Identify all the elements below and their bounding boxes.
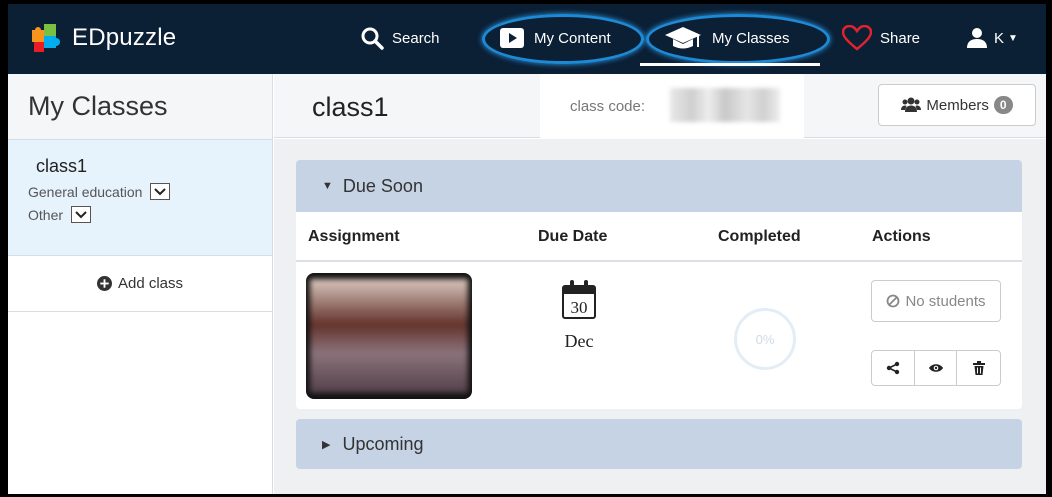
play-video-icon [500,28,524,48]
nav-search-label: Search [392,29,440,47]
action-buttons [871,350,1001,386]
col-due-date: Due Date [538,228,608,245]
chevron-down-icon [75,210,87,218]
top-navbar: EDpuzzle Search My Content My Classes Sh… [0,0,1052,74]
assignment-thumbnail[interactable] [306,273,472,399]
brand-logo[interactable]: EDpuzzle [30,20,176,56]
share-icon [886,361,900,375]
table-header: Assignment Due Date Completed Actions [296,212,1022,262]
members-label: Members [926,96,989,114]
nav-share[interactable]: Share [842,22,920,54]
table-row: 30 Dec 0% No students [296,262,1022,409]
sidebar-title: My Classes [8,74,272,140]
plus-circle-icon [96,276,112,291]
heart-icon [842,25,872,51]
due-date: 30 Dec [554,278,604,352]
class-card[interactable]: class1 General education Other [8,140,272,256]
class-code-box: class code: [540,74,804,138]
members-button[interactable]: Members 0 [878,84,1036,126]
col-assignment: Assignment [308,228,400,245]
graduation-cap-icon [665,27,701,49]
due-soon-header[interactable]: ▼ Due Soon [296,160,1022,212]
share-button[interactable] [872,351,915,385]
upcoming-header[interactable]: ▶ Upcoming [296,419,1022,469]
page-title: class1 [312,92,389,122]
user-menu[interactable]: K ▼ [966,22,1018,54]
nav-my-classes-label: My Classes [712,29,790,47]
no-students-label: No students [905,292,986,310]
ban-icon [887,294,900,308]
category-dropdown[interactable] [150,183,171,200]
user-initial: K [994,29,1005,47]
add-class-label: Add class [117,275,184,292]
nav-share-label: Share [880,29,921,47]
thumbnail-image-blurred [310,279,468,393]
due-day: 30 [571,298,588,317]
brand-name: EDpuzzle [72,24,177,51]
search-icon [361,27,384,50]
delete-button[interactable] [957,351,1000,385]
due-month: Dec [564,331,594,351]
subcategory-dropdown[interactable] [71,206,92,223]
class-code-value-blurred [670,88,780,122]
members-count-badge: 0 [993,96,1013,114]
completion-progress: 0% [734,308,796,370]
due-soon-title: Due Soon [342,175,423,196]
active-tab-underline [640,63,820,66]
upcoming-title: Upcoming [342,433,424,454]
chevron-down-icon [154,187,167,195]
class-code-label: class code: [570,98,646,115]
class-name: class1 [36,156,88,176]
add-class-button[interactable]: Add class [8,256,272,312]
due-soon-panel: ▼ Due Soon Assignment Due Date Completed… [296,160,1022,409]
class-category: General education [28,183,143,200]
puzzle-logo-icon [32,24,60,52]
caret-down-icon: ▼ [322,180,333,192]
class-subcategory: Other [28,206,64,223]
users-icon [901,97,922,112]
nav-search[interactable]: Search [360,22,440,54]
preview-button[interactable] [915,351,958,385]
class-header: class1 class code: Members 0 [274,74,1046,138]
nav-my-content-label: My Content [534,29,611,47]
trash-icon [972,361,985,375]
calendar-icon: 30 [562,280,596,319]
col-completed: Completed [718,228,801,245]
nav-my-classes[interactable]: My Classes [664,22,790,54]
caret-down-icon: ▼ [1008,32,1018,44]
caret-right-icon: ▶ [322,438,331,451]
completion-percent: 0% [755,331,775,347]
nav-my-content[interactable]: My Content [500,22,611,54]
no-students-button[interactable]: No students [871,280,1001,322]
col-actions: Actions [872,228,931,245]
eye-icon [928,364,943,372]
sidebar: My Classes class1 General education Othe… [8,74,273,497]
user-icon [967,28,987,48]
